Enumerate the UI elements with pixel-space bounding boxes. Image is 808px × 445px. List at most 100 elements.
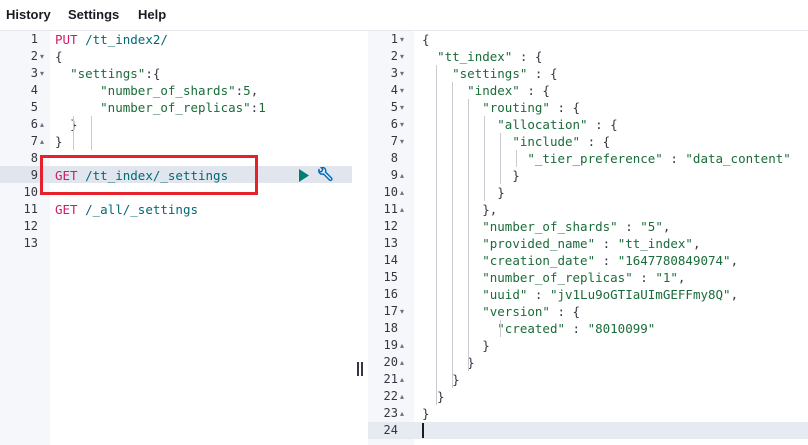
code-token: } xyxy=(422,338,490,353)
response-line: 22 ▴ } xyxy=(368,388,808,405)
code-text: } xyxy=(55,133,63,150)
unfold-arrow-icon[interactable]: ▴ xyxy=(400,371,404,388)
fold-arrow-icon[interactable]: ▾ xyxy=(400,133,404,150)
code-token: "data_content" xyxy=(685,151,791,166)
code-token: "uuid" xyxy=(482,287,528,302)
line-number: 19 xyxy=(383,338,398,352)
line-number: 4 xyxy=(390,83,398,97)
request-line: 3 ▾ "settings":{ xyxy=(0,65,352,82)
code-token: "created" xyxy=(497,321,565,336)
code-text: "routing" : { xyxy=(422,99,580,116)
code-token: "version" xyxy=(482,304,550,319)
code-text: "creation_date" : "1647780849074", xyxy=(422,252,738,269)
code-token: "allocation" xyxy=(497,117,588,132)
indent-guide xyxy=(468,99,469,371)
code-token: "number_of_replicas" xyxy=(482,270,633,285)
response-line: 19 ▴ } xyxy=(368,337,808,354)
code-token: : xyxy=(632,270,656,285)
code-text: "version" : { xyxy=(422,303,580,320)
response-line: 7 ▾ "include" : { xyxy=(368,133,808,150)
menu-settings[interactable]: Settings xyxy=(68,7,119,22)
wrench-icon[interactable] xyxy=(316,167,334,185)
code-token: : xyxy=(617,219,641,234)
code-token: } xyxy=(422,406,430,421)
unfold-arrow-icon[interactable]: ▴ xyxy=(400,337,404,354)
unfold-arrow-icon[interactable]: ▴ xyxy=(400,388,404,405)
response-line: 8 "_tier_preference" : "data_content" xyxy=(368,150,808,167)
fold-arrow-icon[interactable]: ▾ xyxy=(40,65,44,82)
response-line: 18 "created" : "8010099" xyxy=(368,320,808,337)
code-token: "number_of_replicas" xyxy=(100,100,251,115)
indent-guide xyxy=(484,116,485,201)
fold-arrow-icon[interactable]: ▾ xyxy=(400,99,404,116)
line-number: 1 xyxy=(30,32,38,46)
code-token: "routing" xyxy=(482,100,550,115)
request-line: 7 ▴} xyxy=(0,133,352,150)
code-text: }, xyxy=(422,201,497,218)
code-text: "provided_name" : "tt_index", xyxy=(422,235,700,252)
fold-arrow-icon[interactable]: ▾ xyxy=(400,31,404,48)
code-token: "settings" xyxy=(70,66,146,81)
response-line: 9 ▴ } xyxy=(368,167,808,184)
request-line: 4 "number_of_shards":5, xyxy=(0,82,352,99)
unfold-arrow-icon[interactable]: ▴ xyxy=(400,405,404,422)
code-text: "number_of_shards" : "5", xyxy=(422,218,670,235)
code-token: "include" xyxy=(512,134,581,149)
fold-arrow-icon[interactable]: ▾ xyxy=(400,116,404,133)
fold-arrow-icon[interactable]: ▾ xyxy=(400,303,404,320)
line-number: 1 xyxy=(390,32,398,46)
code-text: } xyxy=(422,337,490,354)
play-icon[interactable] xyxy=(298,169,310,182)
response-line: 13 "provided_name" : "tt_index", xyxy=(368,235,808,252)
code-token: , xyxy=(662,219,671,234)
code-text: "number_of_replicas" : "1", xyxy=(422,269,685,286)
code-text: } xyxy=(422,354,475,371)
code-token: : { xyxy=(580,134,611,149)
fold-arrow-icon[interactable]: ▾ xyxy=(40,48,44,65)
code-text: } xyxy=(422,184,505,201)
unfold-arrow-icon[interactable]: ▴ xyxy=(400,167,404,184)
pane-resize-handle[interactable] xyxy=(356,362,364,376)
response-line: 16 "uuid" : "jv1Lu9oGTIaUImGEFFmy8Q", xyxy=(368,286,808,303)
line-number: 2 xyxy=(390,49,398,63)
line-number: 12 xyxy=(383,219,398,233)
indent-guide xyxy=(73,116,74,150)
code-text: "index" : { xyxy=(422,82,550,99)
code-token: , xyxy=(730,287,739,302)
fold-arrow-icon[interactable]: ▾ xyxy=(400,82,404,99)
request-line: 2 ▾ { xyxy=(0,48,352,65)
line-number: 22 xyxy=(383,389,398,403)
unfold-arrow-icon[interactable]: ▴ xyxy=(400,201,404,218)
line-number: 24 xyxy=(383,423,398,437)
line-number: 2 xyxy=(30,49,38,63)
code-token: "index" xyxy=(467,83,520,98)
unfold-arrow-icon[interactable]: ▴ xyxy=(40,133,44,150)
unfold-arrow-icon[interactable]: ▴ xyxy=(400,184,404,201)
code-token: : { xyxy=(527,66,558,81)
code-token: PUT xyxy=(55,32,78,47)
unfold-arrow-icon[interactable]: ▴ xyxy=(400,354,404,371)
fold-arrow-icon[interactable]: ▾ xyxy=(400,65,404,82)
code-token: : xyxy=(565,321,588,336)
code-text: "uuid" : "jv1Lu9oGTIaUImGEFFmy8Q", xyxy=(422,286,738,303)
line-number: 5 xyxy=(30,100,38,114)
code-token: : { xyxy=(549,304,581,319)
fold-arrow-icon[interactable]: ▾ xyxy=(400,48,404,65)
menu-history[interactable]: History xyxy=(6,7,51,22)
code-token: } xyxy=(422,372,460,387)
line-number: 12 xyxy=(23,219,38,233)
request-line: 11 GET /_all/_settings xyxy=(0,201,352,218)
request-editor[interactable]: 1 PUT /tt_index2/2 ▾{3 ▾ "settings":{4 "num… xyxy=(0,31,352,445)
code-text: "created" : "8010099" xyxy=(422,320,655,337)
request-line: 1 PUT /tt_index2/ xyxy=(0,31,352,48)
unfold-arrow-icon[interactable]: ▴ xyxy=(40,116,44,133)
line-number: 9 xyxy=(30,168,38,182)
response-line: 1 ▾ { xyxy=(368,31,808,48)
code-token: "5" xyxy=(640,219,663,234)
code-text: "settings" : { xyxy=(422,65,557,82)
menu-help[interactable]: Help xyxy=(138,7,166,22)
